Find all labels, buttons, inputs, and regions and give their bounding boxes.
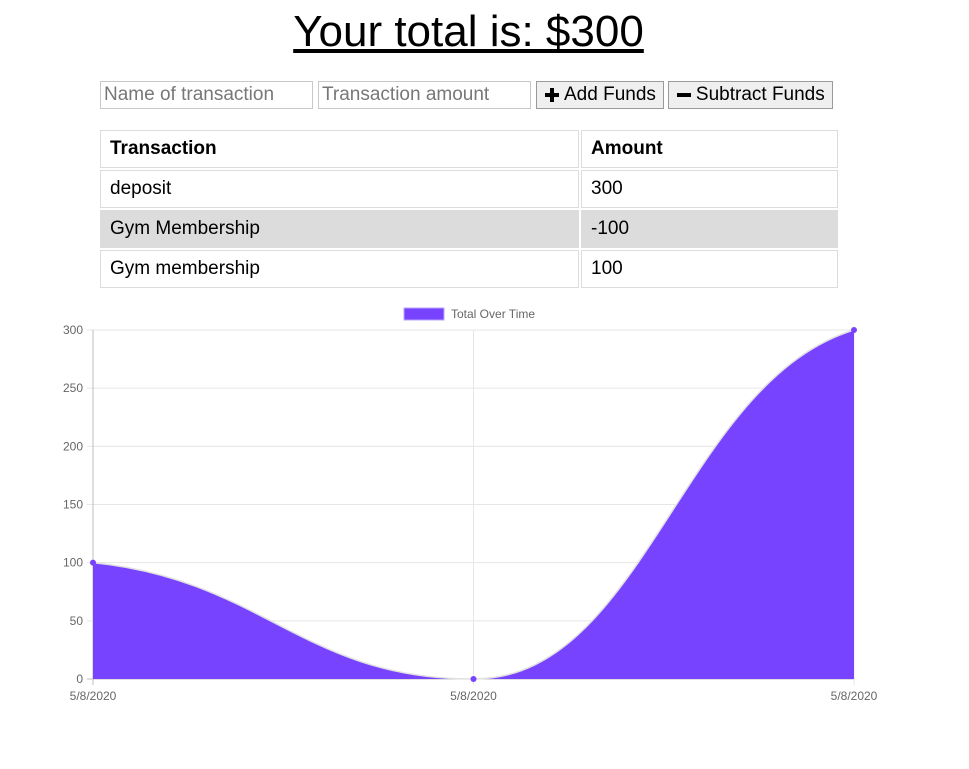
x-tick-label: 5/8/2020 (70, 689, 117, 703)
x-tick-label: 5/8/2020 (831, 689, 878, 703)
subtract-funds-label: Subtract Funds (695, 84, 825, 105)
data-point (470, 676, 477, 682)
x-tick-label: 5/8/2020 (450, 689, 497, 703)
transaction-amount-cell: 300 (581, 170, 838, 208)
table-row: Gym membership 100 (100, 250, 838, 288)
total-over-time-chart: 0 50 100 150 200 250 300 5/8/2020 5/8/2020 5/8/20… (63, 307, 878, 703)
table-row: deposit 300 (100, 170, 838, 208)
table-header-row: Transaction Amount (100, 130, 838, 168)
legend-swatch (403, 307, 445, 321)
add-funds-label: Add Funds (564, 84, 656, 105)
y-tick-label: 300 (63, 323, 83, 337)
y-tick-label: 250 (63, 381, 83, 395)
transaction-name-cell: Gym Membership (100, 210, 579, 248)
subtract-funds-button[interactable]: Subtract Funds (667, 81, 833, 109)
transaction-name-input[interactable] (100, 81, 313, 109)
transaction-amount-cell: -100 (581, 210, 838, 248)
y-tick-label: 200 (63, 439, 83, 453)
legend-label: Total Over Time (451, 307, 535, 321)
transaction-name-cell: deposit (100, 170, 579, 208)
transactions-table: Transaction Amount deposit 300 Gym Membe… (98, 128, 840, 290)
y-tick-label: 50 (70, 614, 84, 628)
transaction-form: Add Funds Subtract Funds (100, 81, 837, 109)
plus-icon (543, 86, 561, 104)
minus-icon (675, 86, 693, 104)
transaction-amount-input[interactable] (318, 81, 531, 109)
transaction-name-cell: Gym membership (100, 250, 579, 288)
y-tick-label: 150 (63, 498, 83, 512)
y-tick-label: 0 (76, 672, 83, 686)
add-funds-button[interactable]: Add Funds (536, 81, 664, 109)
y-tick-label: 100 (63, 556, 83, 570)
total-heading: Your total is: $300 (293, 7, 644, 56)
data-point (90, 559, 96, 566)
data-point (851, 327, 857, 333)
transaction-amount-cell: 100 (581, 250, 838, 288)
column-header-amount: Amount (581, 130, 838, 168)
table-row: Gym Membership -100 (100, 210, 838, 248)
column-header-transaction: Transaction (100, 130, 579, 168)
